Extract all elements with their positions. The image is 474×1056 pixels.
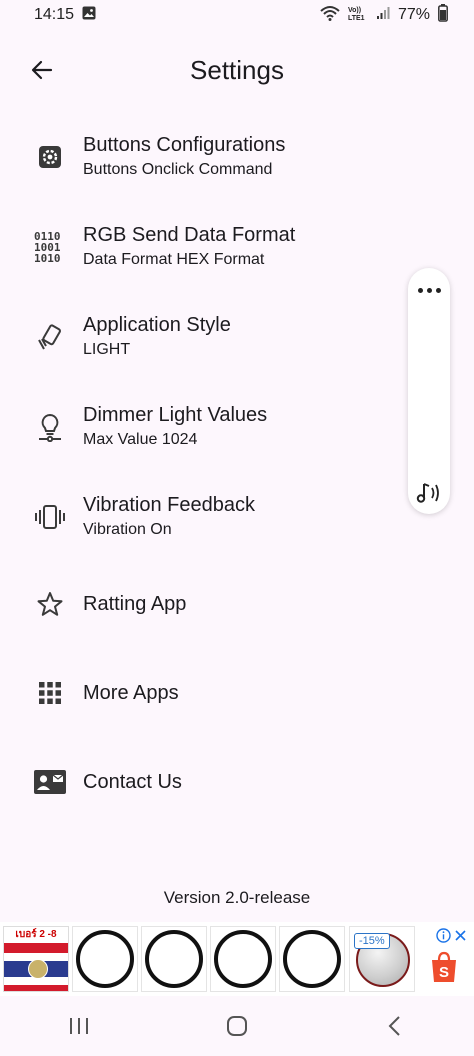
ad-info[interactable] (436, 928, 468, 943)
menu-item-vibration-feedback[interactable]: Vibration Feedback Vibration On (0, 472, 474, 562)
menu-item-dimmer-light-values[interactable]: Dimmer Light Values Max Value 1024 (0, 382, 474, 472)
menu-title: More Apps (83, 682, 179, 704)
ad-product-tile[interactable] (279, 926, 345, 992)
star-icon (30, 584, 70, 624)
nav-back-icon (388, 1016, 400, 1036)
menu-text: Dimmer Light Values Max Value 1024 (83, 403, 267, 451)
binary-icon-line: 0110 (34, 229, 61, 243)
menu-title: Ratting App (83, 593, 187, 615)
ad-flag-label: เบอร์ 2 -8 (4, 927, 68, 943)
arrow-back-icon (31, 60, 53, 80)
menu-title: Dimmer Light Values (83, 404, 268, 426)
binary-icon: 0110 1001 1010 (34, 227, 74, 267)
ad-close-icon[interactable] (453, 928, 468, 943)
menu-subtitle: Data Format HEX Format (83, 251, 265, 268)
more-horizontal-icon[interactable] (408, 278, 450, 302)
status-left: 14:15 (34, 6, 96, 25)
recents-button[interactable] (49, 1006, 109, 1046)
menu-title: Buttons Configurations (83, 134, 286, 156)
seal-icon (28, 959, 48, 979)
menu-text: Buttons Configurations Buttons Onclick C… (83, 133, 285, 181)
binary-icon-line: 1010 (34, 251, 61, 265)
version-label: Version 2.0-release (163, 888, 311, 907)
status-bar: 14:15 Vo)) LTE1 77% (0, 0, 474, 30)
vibration-icon (30, 497, 70, 537)
discount-badge: -15% (354, 933, 390, 949)
binary-icon-line: 1001 (34, 240, 61, 254)
recents-icon (70, 1018, 88, 1034)
back-button[interactable] (26, 54, 58, 86)
ad-banner[interactable]: เบอร์ 2 -8 -15% S (0, 922, 474, 996)
ad-product-tile[interactable] (141, 926, 207, 992)
app-bar: Settings (0, 40, 474, 100)
gear-icon (30, 137, 70, 177)
menu-text: Contact Us (83, 770, 182, 794)
ring-product-image (214, 930, 272, 988)
battery-percent: 77% (397, 6, 430, 23)
menu-item-buttons-configurations[interactable]: Buttons Configurations Buttons Onclick C… (0, 112, 474, 202)
lightbulb-icon (30, 407, 70, 447)
home-button[interactable] (207, 1006, 267, 1046)
menu-item-more-apps[interactable]: More Apps (0, 648, 474, 738)
apps-grid-icon (30, 673, 70, 713)
menu-title: Contact Us (83, 771, 182, 793)
wifi-icon (320, 5, 340, 26)
menu-text: Vibration Feedback Vibration On (83, 493, 255, 541)
menu-title: RGB Send Data Format (83, 224, 296, 246)
signal-icon (376, 6, 390, 25)
ring-product-image (283, 930, 341, 988)
menu-text: Ratting App (83, 592, 186, 616)
menu-title: Vibration Feedback (83, 494, 255, 516)
home-icon (227, 1016, 247, 1036)
status-time: 14:15 (34, 6, 75, 23)
ring-product-image (76, 930, 134, 988)
shopping-bag-icon[interactable]: S (428, 950, 460, 984)
menu-text: Application Style LIGHT (83, 313, 231, 361)
ad-choices-icon[interactable] (436, 928, 451, 943)
menu-text: RGB Send Data Format Data Format HEX For… (83, 223, 295, 271)
status-right: Vo)) LTE1 77% (320, 3, 448, 27)
ad-product-tile[interactable] (72, 926, 138, 992)
menu-text: More Apps (83, 681, 179, 705)
ad-product-tile[interactable] (210, 926, 276, 992)
menu-subtitle: Buttons Onclick Command (83, 161, 273, 178)
menu-subtitle: LIGHT (83, 341, 131, 358)
contact-card-icon (30, 762, 70, 802)
menu-subtitle: Max Value 1024 (83, 431, 198, 448)
gallery-notification-icon (82, 6, 96, 25)
menu-subtitle: Vibration On (83, 521, 172, 538)
ad-flag-tile[interactable]: เบอร์ 2 -8 (3, 926, 69, 992)
screen-rotation-icon (30, 317, 70, 357)
ring-product-image (145, 930, 203, 988)
nav-back-button[interactable] (365, 1006, 425, 1046)
menu-item-rgb-send-data-format[interactable]: 0110 1001 1010 RGB Send Data Format Data… (0, 202, 474, 292)
menu-item-application-style[interactable]: Application Style LIGHT (0, 292, 474, 382)
system-nav-bar (0, 996, 474, 1056)
menu-item-contact-us[interactable]: Contact Us (0, 737, 474, 827)
battery-icon (438, 3, 448, 27)
menu-title: Application Style (83, 314, 231, 336)
music-note-sound-icon[interactable] (414, 480, 444, 506)
svg-text:S: S (439, 964, 449, 981)
page-title: Settings (190, 54, 284, 85)
ad-mirror-tile[interactable]: -15% (349, 926, 415, 992)
menu-item-ratting-app[interactable]: Ratting App (0, 559, 474, 649)
network-label: Vo)) LTE1 (347, 7, 365, 22)
floating-edge-panel[interactable] (408, 268, 450, 514)
